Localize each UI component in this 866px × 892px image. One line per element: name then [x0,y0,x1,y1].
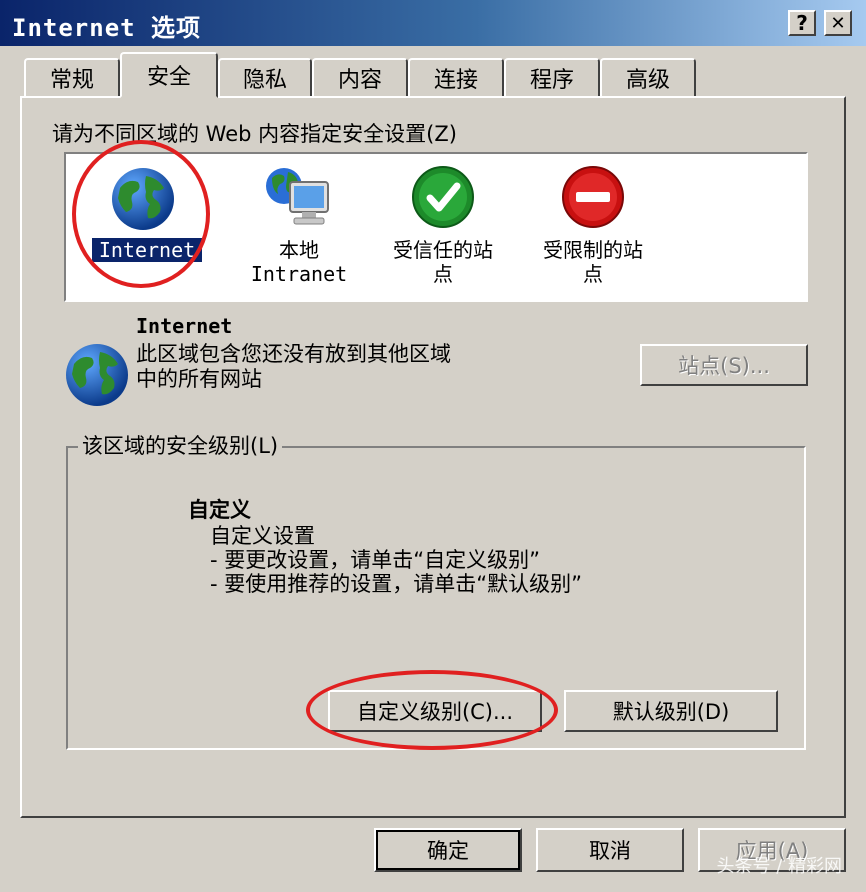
restricted-icon [562,166,624,228]
tab-programs[interactable]: 程序 [504,58,600,96]
zone-local-label-2: Intranet [250,262,348,286]
security-level-group-title: 该区域的安全级别(L) [78,430,283,460]
level-desc-line1: 自定义设置 [210,524,315,548]
highlight-custom-level [306,670,558,750]
title-bar[interactable]: Internet 选项 ? ✕ [0,0,866,46]
help-button[interactable]: ? [788,10,816,36]
zone-info-desc-line1: 此区域包含您还没有放到其他区域 [136,342,451,366]
zone-restricted-label-2: 点 [583,262,603,286]
level-desc-line3: - 要使用推荐的设置，请单击“默认级别” [210,572,583,596]
tab-advanced[interactable]: 高级 [600,58,696,96]
tab-privacy[interactable]: 隐私 [218,58,312,96]
tab-security[interactable]: 安全 [120,52,218,98]
zone-trusted-label-2: 点 [433,262,453,286]
watermark-text: 头条号 / 精彩网 [716,856,842,877]
tab-connections[interactable]: 连接 [408,58,504,96]
zone-trusted-sites[interactable]: 受信任的站 点 [376,160,510,290]
cancel-button[interactable]: 取消 [536,828,684,872]
zone-trusted-label-1: 受信任的站 [393,238,493,262]
zone-local-intranet[interactable]: 本地 Intranet [234,160,364,290]
zone-local-label-1: 本地 [279,238,319,262]
zones-prompt: 请为不同区域的 Web 内容指定安全设置(Z) [52,122,457,146]
tab-general[interactable]: 常规 [24,58,120,96]
ok-button[interactable]: 确定 [374,828,522,872]
zone-info-description: 此区域包含您还没有放到其他区域 中的所有网站 [136,342,451,392]
default-level-button[interactable]: 默认级别(D) [564,690,778,732]
level-title: 自定义 [188,498,251,522]
level-description: 自定义设置 - 要更改设置，请单击“自定义级别” - 要使用推荐的设置，请单击“… [210,524,582,596]
zone-info-desc-line2: 中的所有网站 [136,367,262,391]
trusted-check-icon [412,166,474,228]
window-title: Internet 选项 [12,14,202,42]
tab-content[interactable]: 内容 [312,58,408,96]
zone-restricted-sites[interactable]: 受限制的站 点 [526,160,660,290]
local-intranet-icon [266,168,329,225]
zone-info-globe-icon [66,344,128,406]
close-button[interactable]: ✕ [824,10,852,36]
zone-restricted-label-1: 受限制的站 [543,238,643,262]
level-desc-line2: - 要更改设置，请单击“自定义级别” [210,548,541,572]
sites-button[interactable]: 站点(S)... [640,344,808,386]
zone-info-name: Internet [136,314,233,338]
highlight-internet-zone [72,140,210,288]
